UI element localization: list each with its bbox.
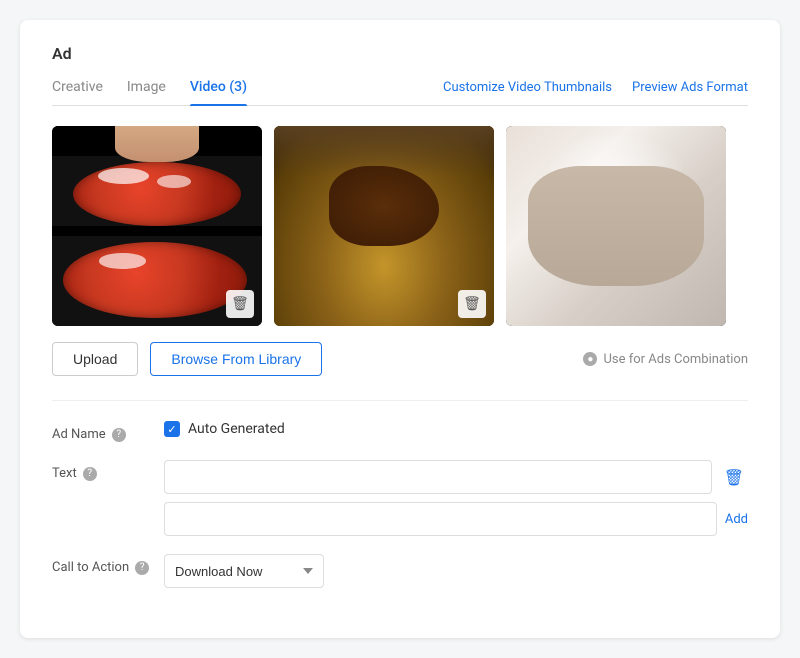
text-field-row-1: 🗑 (164, 460, 748, 494)
video-inner-3 (506, 126, 726, 326)
call-to-action-select[interactable]: Download Now Learn More Sign Up Shop Now… (164, 554, 324, 588)
tabs-right: Customize Video Thumbnails Preview Ads F… (443, 80, 748, 105)
ad-name-row: Ad Name ? Auto Generated (52, 421, 748, 442)
ad-name-info-icon: ? (112, 428, 126, 442)
video-card-3 (506, 126, 726, 326)
delete-video-2-button[interactable]: 🗑 (458, 290, 486, 318)
call-to-action-label: Call to Action ? (52, 554, 152, 575)
text-label: Text ? (52, 460, 152, 481)
text-info-icon: ? (83, 467, 97, 481)
page-container: Ad Creative Image Video (3) Customize Vi… (20, 20, 780, 638)
ads-combination-info-icon: ● (583, 352, 597, 366)
add-text-button[interactable]: Add (725, 512, 748, 527)
delete-text-1-button[interactable]: 🗑 (720, 464, 748, 491)
video-card-1: 🗑 (52, 126, 262, 326)
flour-hands (528, 166, 704, 286)
text-input-2[interactable] (164, 502, 717, 536)
call-to-action-content: Download Now Learn More Sign Up Shop Now… (164, 554, 748, 588)
ad-name-content: Auto Generated (164, 421, 748, 437)
video-row: 🗑 🗑 (52, 126, 748, 326)
delete-video-1-button[interactable]: 🗑 (226, 290, 254, 318)
auto-generated-checkbox-label[interactable]: Auto Generated (164, 421, 285, 437)
tabs-row: Creative Image Video (3) Customize Video… (52, 79, 748, 106)
text-input-1[interactable] (164, 460, 712, 494)
auto-generated-checkbox[interactable] (164, 421, 180, 437)
customize-thumbnails-link[interactable]: Customize Video Thumbnails (443, 80, 612, 95)
pizza-top (73, 162, 241, 226)
divider (52, 400, 748, 401)
ad-name-label: Ad Name ? (52, 421, 152, 442)
flour-bg (506, 126, 726, 326)
page-title: Ad (52, 44, 748, 63)
ads-combination-label: Use for Ads Combination (603, 352, 748, 367)
text-row: Text ? 🗑 Add (52, 460, 748, 536)
tabs-left: Creative Image Video (3) (52, 79, 443, 105)
text-fields-col: 🗑 Add (164, 460, 748, 536)
upload-button[interactable]: Upload (52, 342, 138, 376)
hand-top (115, 126, 199, 162)
video-card-2: 🗑 (274, 126, 494, 326)
browse-library-button[interactable]: Browse From Library (150, 342, 322, 376)
tab-video[interactable]: Video (3) (190, 79, 247, 105)
tab-image[interactable]: Image (127, 79, 166, 105)
ads-combination: ● Use for Ads Combination (583, 352, 748, 367)
upload-row: Upload Browse From Library ● Use for Ads… (52, 342, 748, 376)
call-to-action-row: Call to Action ? Download Now Learn More… (52, 554, 748, 588)
text-field-row-2: Add (164, 502, 748, 536)
call-to-action-info-icon: ? (135, 561, 149, 575)
tab-creative[interactable]: Creative (52, 79, 103, 105)
preview-ads-link[interactable]: Preview Ads Format (632, 80, 748, 95)
pizza-bottom (63, 242, 248, 318)
